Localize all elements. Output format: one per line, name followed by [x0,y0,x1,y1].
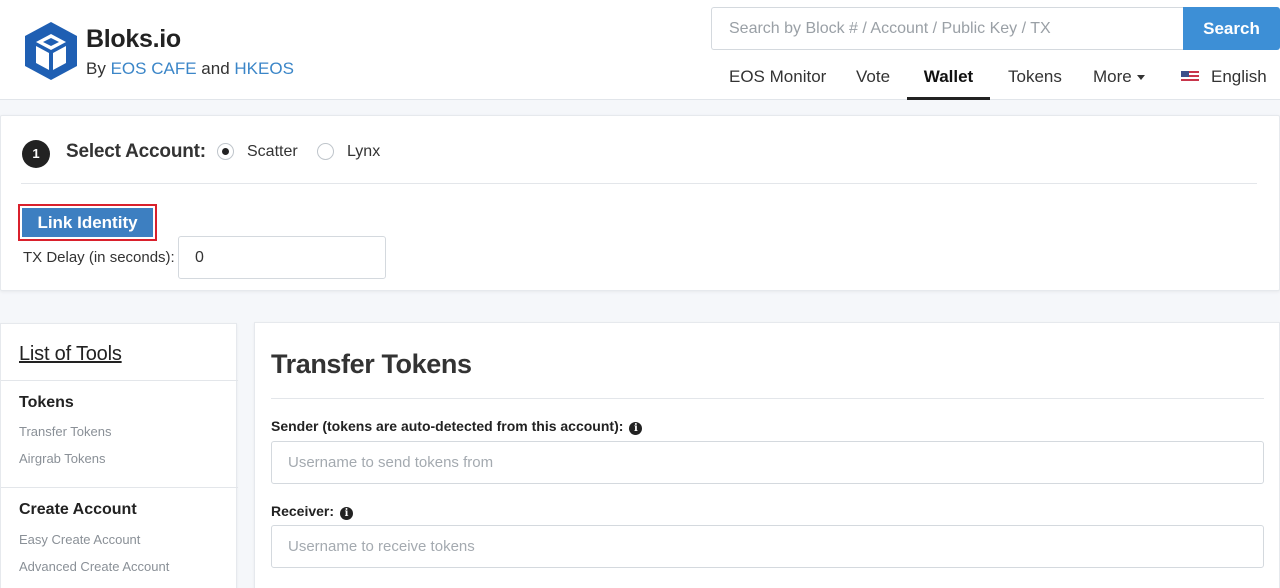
nav-language[interactable]: English [1181,56,1280,100]
tool-link-advanced-create-account[interactable]: Advanced Create Account [19,559,169,574]
nav-tokens[interactable]: Tokens [1008,56,1062,100]
divider [1,487,238,488]
divider [21,183,1257,184]
nav-language-label: English [1211,67,1267,86]
receiver-label: Receiver: i [271,503,354,520]
lynx-radio[interactable] [317,143,334,160]
info-icon[interactable]: i [629,422,643,435]
divider [271,398,1264,399]
receiver-input[interactable] [271,525,1264,568]
tools-title[interactable]: List of Tools [19,343,122,366]
tool-link-easy-create-account[interactable]: Easy Create Account [19,532,140,547]
transfer-title: Transfer Tokens [271,349,472,379]
receiver-label-text: Receiver: [271,503,335,519]
search-button[interactable]: Search [1183,7,1280,50]
tool-link-transfer-tokens[interactable]: Transfer Tokens [19,424,112,439]
transfer-tokens-card: Transfer Tokens Sender (tokens are auto-… [254,322,1280,588]
select-account-label: Select Account: [66,141,206,162]
sender-input[interactable] [271,441,1264,484]
tool-link-airgrab-tokens[interactable]: Airgrab Tokens [19,451,105,466]
brand-and-text: and [201,59,230,78]
divider [1,380,238,381]
nav-eos-monitor[interactable]: EOS Monitor [729,56,826,100]
bloks-logo-icon[interactable] [24,21,78,81]
brand-by-text: By [86,59,106,78]
brand-title[interactable]: Bloks.io [86,25,181,54]
tools-heading-tokens: Tokens [19,394,74,411]
hkeos-link[interactable]: HKEOS [234,59,294,78]
nav-wallet[interactable]: Wallet [907,56,990,100]
search-input[interactable] [711,7,1183,50]
nav-more-label: More [1093,67,1132,86]
sender-label-text: Sender (tokens are auto-detected from th… [271,418,624,434]
nav-vote[interactable]: Vote [856,56,890,100]
link-identity-button[interactable]: Link Identity [22,208,153,237]
eos-cafe-link[interactable]: EOS CAFE [111,59,197,78]
info-icon[interactable]: i [340,507,354,520]
step-number-badge: 1 [22,140,50,168]
nav-more[interactable]: More [1093,56,1145,100]
tx-delay-label: TX Delay (in seconds): [23,249,175,266]
brand-subtitle: By EOS CAFE and HKEOS [86,59,294,79]
scatter-radio[interactable] [217,143,234,160]
us-flag-icon [1181,71,1199,83]
header: Bloks.io By EOS CAFE and HKEOS Search EO… [0,0,1280,100]
caret-down-icon [1136,75,1145,81]
select-account-card: 1 Select Account: Scatter Lynx Link Iden… [0,115,1280,291]
lynx-label[interactable]: Lynx [347,143,380,161]
tx-delay-input[interactable] [178,236,386,279]
sender-label: Sender (tokens are auto-detected from th… [271,418,643,435]
tools-heading-create-account: Create Account [19,501,137,518]
scatter-label[interactable]: Scatter [247,143,298,161]
tools-sidebar: List of Tools Tokens Transfer Tokens Air… [0,323,238,588]
